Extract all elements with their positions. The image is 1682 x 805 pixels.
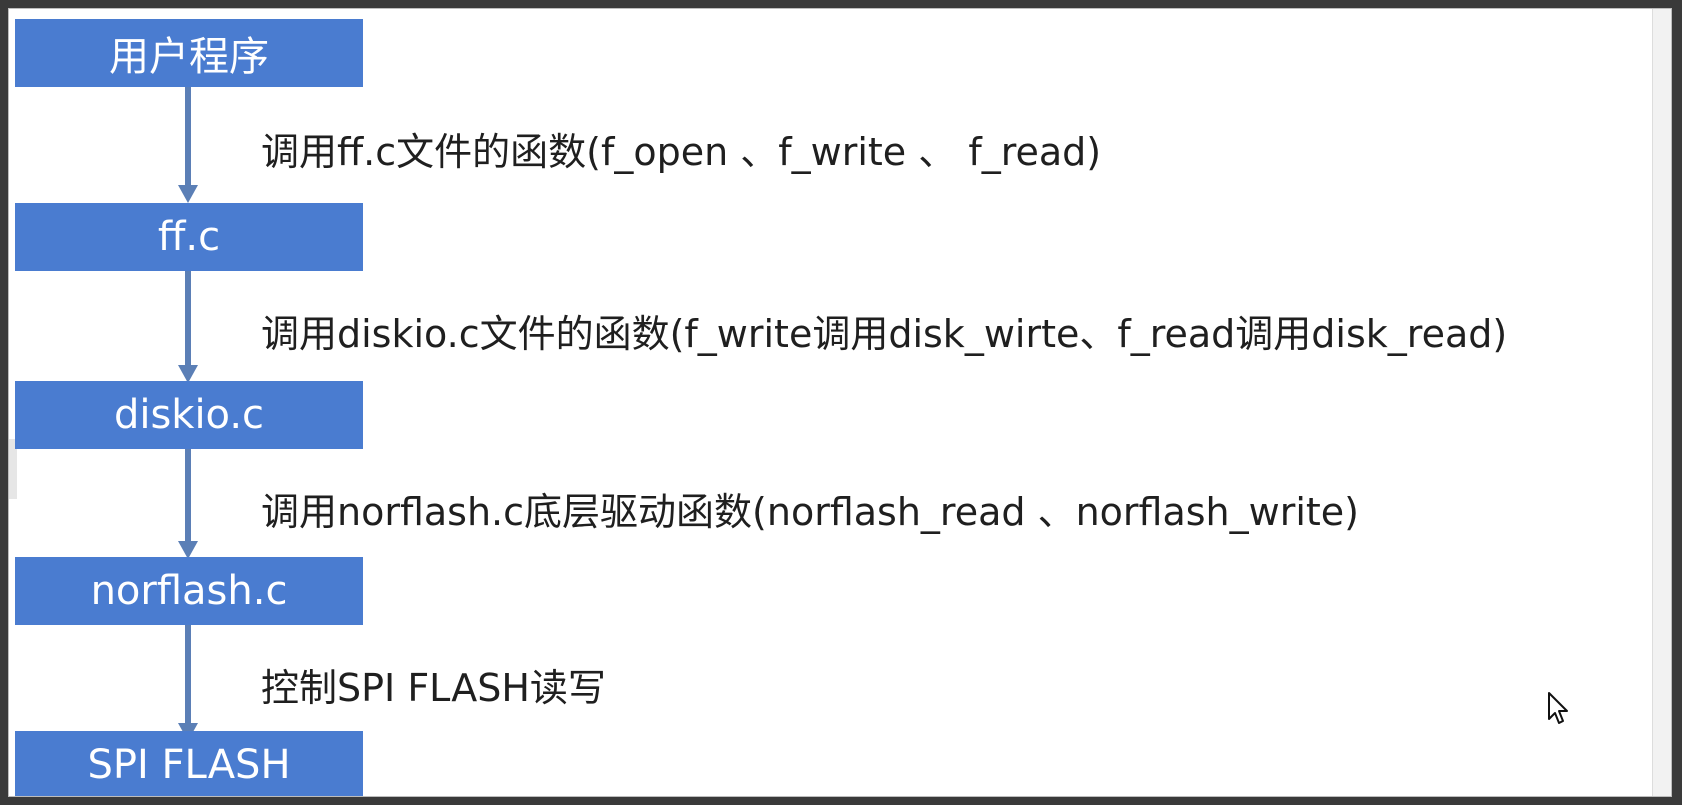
node-ff-c: ff.c	[15, 203, 363, 271]
connector-line	[185, 87, 191, 187]
node-spi-flash: SPI FLASH	[15, 731, 363, 796]
connector-line	[185, 271, 191, 367]
flow-diagram: 用户程序 调用ff.c文件的函数(f_open 、f_write 、 f_rea…	[9, 9, 1671, 796]
node-label: SPI FLASH	[87, 742, 291, 788]
edge-label: 调用norflash.c底层驱动函数(norflash_read 、norfla…	[261, 490, 1359, 534]
edge-label: 控制SPI FLASH读写	[261, 666, 606, 710]
node-label: ff.c	[157, 214, 221, 260]
node-norflash-c: norflash.c	[15, 557, 363, 625]
edge-label: 调用ff.c文件的函数(f_open 、f_write 、 f_read)	[261, 130, 1102, 174]
connector-line	[185, 625, 191, 725]
arrow-down-icon	[178, 185, 198, 203]
node-diskio-c: diskio.c	[15, 381, 363, 449]
node-label: 用户程序	[109, 34, 269, 80]
node-user-program: 用户程序	[15, 19, 363, 87]
slide-window: 用户程序 调用ff.c文件的函数(f_open 、f_write 、 f_rea…	[8, 8, 1672, 797]
node-label: diskio.c	[113, 392, 265, 438]
node-label: norflash.c	[90, 568, 288, 614]
cursor-arrow-icon	[1548, 692, 1568, 724]
connector-line	[185, 449, 191, 543]
edge-label: 调用diskio.c文件的函数(f_write调用disk_wirte、f_re…	[261, 312, 1508, 356]
